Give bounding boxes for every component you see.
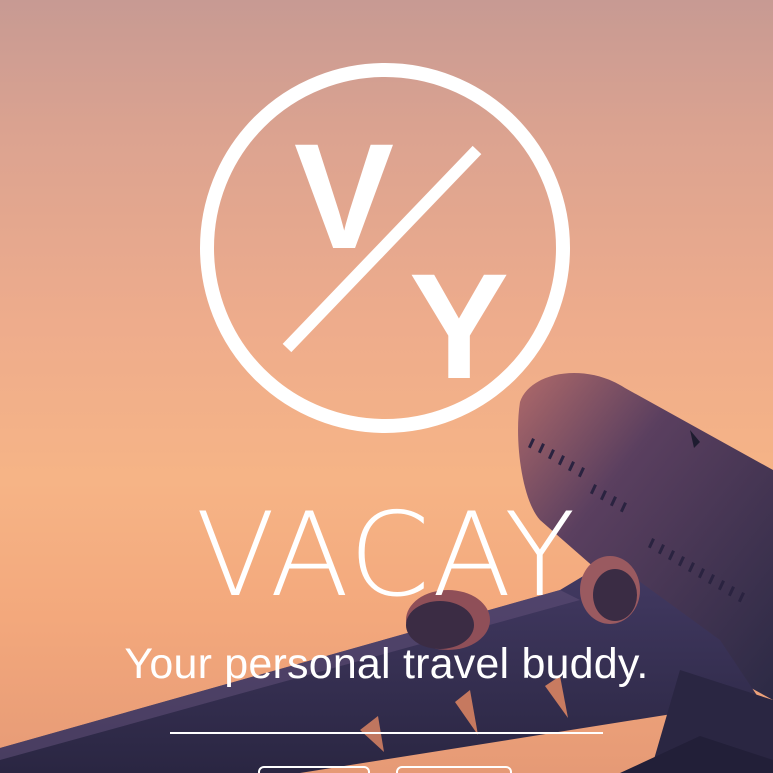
- brand-name: VACAY: [195, 488, 578, 623]
- hero-background: V Y VACAY Your personal travel buddy.: [0, 0, 773, 773]
- vy-monogram-icon: V Y: [200, 63, 570, 433]
- divider: [170, 732, 603, 734]
- secondary-button[interactable]: [396, 766, 512, 773]
- logo: V Y: [197, 60, 573, 436]
- primary-button[interactable]: [258, 766, 370, 773]
- tagline: Your personal travel buddy.: [124, 640, 649, 688]
- logo-letter-v: V: [294, 112, 394, 280]
- logo-letter-y-main: Y: [409, 242, 509, 410]
